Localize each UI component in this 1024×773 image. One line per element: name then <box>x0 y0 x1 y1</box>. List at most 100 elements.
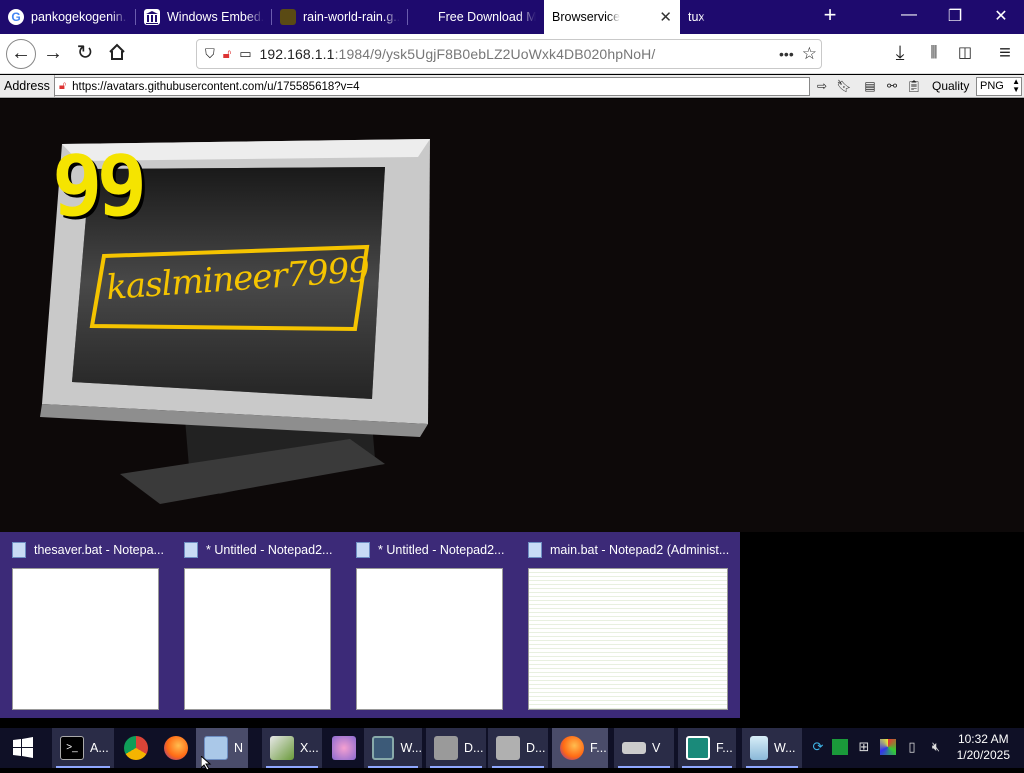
taskbar-thumbnail-popup: thesaver.bat - Notepa... * Untitled - No… <box>0 532 740 718</box>
taskbar-label: F... <box>590 741 607 755</box>
taskbar-label: N <box>234 741 244 755</box>
close-window-icon[interactable]: ✕ <box>987 6 1015 26</box>
taskbar-w2[interactable]: W... <box>742 728 802 768</box>
sync-icon[interactable]: ⟳ <box>810 739 826 755</box>
volume-muted-icon[interactable]: 🔇︎ <box>928 739 944 755</box>
tab-free-download[interactable]: Free Download M... <box>408 0 544 34</box>
library-icon[interactable]: ⫼ <box>922 42 946 66</box>
taskbar-v[interactable]: V <box>614 728 674 768</box>
tab-label: Windows Embed... <box>167 10 264 24</box>
clipboard-icon[interactable]: 📋︎ <box>905 78 923 95</box>
taskbar-label: A... <box>90 741 109 755</box>
bookmark-icon[interactable]: 🔖︎ <box>835 78 853 95</box>
insecure-lock-icon: 🔓︎ <box>59 80 67 92</box>
taskbar-label: D... <box>464 741 484 755</box>
shield-icon[interactable]: ⛉ <box>205 46 215 62</box>
clock[interactable]: 10:32 AM 1/20/2025 <box>957 731 1010 763</box>
taskbar-label: V <box>652 741 661 755</box>
tab-label: rain-world-rain.g... <box>303 10 400 24</box>
firefox-icon <box>560 736 584 760</box>
thumbnail-untitled-2[interactable]: * Untitled - Notepad2... <box>344 532 516 718</box>
taskbar-f2[interactable]: F... <box>678 728 736 768</box>
forward-arrow-icon[interactable]: → <box>41 42 65 66</box>
taskbar-firefox-window[interactable]: F... <box>552 728 608 768</box>
new-tab-plus-icon[interactable]: + <box>818 4 842 28</box>
bookmark-star-icon[interactable]: ☆ <box>802 44 817 64</box>
back-arrow-icon[interactable]: ← <box>6 39 36 69</box>
green-app-icon[interactable] <box>832 739 848 755</box>
start-windows-icon[interactable] <box>0 728 48 768</box>
notepad-file-icon <box>184 542 198 558</box>
avatar-image <box>40 139 430 504</box>
restore-icon[interactable]: ❐ <box>941 6 969 26</box>
taskbar-label: F... <box>716 741 733 755</box>
window-preview <box>528 568 728 710</box>
taskbar-label: D... <box>526 741 546 755</box>
save-page-icon[interactable]: ▤ <box>861 78 879 95</box>
google-icon: G <box>8 9 24 25</box>
network-icon[interactable]: ⊞ <box>856 739 872 755</box>
page-info-icon[interactable]: ▭ <box>239 46 251 62</box>
insecure-lock-icon[interactable]: 🔓︎ <box>223 46 231 62</box>
url-text: 192.168.1.1:1984/9/ysk5UgjF8B0ebLZ2UoWxk… <box>259 46 656 62</box>
score-badge: 99 <box>52 137 147 235</box>
taskbar-w1[interactable]: W... <box>364 728 422 768</box>
window-preview <box>356 568 503 710</box>
thumbnail-main-bat[interactable]: main.bat - Notepad2 (Administ... <box>516 532 740 718</box>
quality-select[interactable]: PNG ▲ ▼ <box>976 77 1022 96</box>
spinner-icon[interactable]: ▲ ▼ <box>1012 78 1020 94</box>
window-preview <box>184 568 331 710</box>
go-arrow-icon[interactable]: ⇨ <box>813 78 831 95</box>
more-actions-icon[interactable]: ••• <box>779 46 794 62</box>
taskbar-paint[interactable] <box>324 728 362 768</box>
tab-rain-world[interactable]: rain-world-rain.g... <box>272 0 408 34</box>
taskbar-label: W... <box>774 741 796 755</box>
download-icon[interactable]: ⤓ <box>888 42 912 66</box>
menu-icon[interactable]: ≡ <box>993 42 1017 66</box>
chart-app-icon <box>270 736 294 760</box>
battery-icon[interactable]: ▯ <box>904 739 920 755</box>
address-label: Address <box>0 74 55 98</box>
taskbar-terminal[interactable]: >_ A... <box>52 728 114 768</box>
library-icon <box>144 9 160 25</box>
thumbnail-title: main.bat - Notepad2 (Administ... <box>550 543 730 557</box>
tab-label: pankogekogenin... <box>31 10 128 24</box>
taskbar-xming[interactable]: X... <box>262 728 322 768</box>
close-tab-icon[interactable]: ✕ <box>659 8 672 26</box>
tab-tux[interactable]: tux <box>680 0 816 34</box>
color-app-icon[interactable] <box>880 739 896 755</box>
server-icon <box>496 736 520 760</box>
navigation-toolbar: ← → ↻ ⛉ 🔓︎ ▭ 192.168.1.1:1984/9/ysk5UgjF… <box>0 34 1024 74</box>
thumbnail-title: thesaver.bat - Notepa... <box>34 543 164 557</box>
tab-strip: G pankogekogenin... Windows Embed... rai… <box>0 0 1024 34</box>
tab-browservice[interactable]: Browservice ✕ <box>544 0 680 34</box>
rain-world-icon <box>280 9 296 25</box>
taskbar-d1[interactable]: D... <box>426 728 486 768</box>
tab-label: Browservice <box>552 10 621 24</box>
tab-pankogekogenin[interactable]: G pankogekogenin... <box>0 0 136 34</box>
clock-time: 10:32 AM <box>957 732 1009 746</box>
tab-windows-embedded[interactable]: Windows Embed... <box>136 0 272 34</box>
browservice-toolbar: Address 🔓︎ https://avatars.githubusercon… <box>0 74 1024 98</box>
server-icon <box>434 736 458 760</box>
thumbnail-title: * Untitled - Notepad2... <box>378 543 505 557</box>
recycle-bin-icon <box>750 736 768 760</box>
sidebar-icon[interactable]: ◫ <box>953 42 977 66</box>
home-icon[interactable] <box>105 42 129 66</box>
thumbnail-untitled-1[interactable]: * Untitled - Notepad2... <box>172 532 344 718</box>
address-field[interactable]: 🔓︎ https://avatars.githubusercontent.com… <box>54 77 810 96</box>
thumbnail-title: * Untitled - Notepad2... <box>206 543 333 557</box>
taskbar-chrome[interactable] <box>116 728 152 768</box>
address-url: https://avatars.githubusercontent.com/u/… <box>72 80 360 93</box>
palette-icon <box>332 736 356 760</box>
clock-date: 1/20/2025 <box>956 748 1010 762</box>
url-bar[interactable]: ⛉ 🔓︎ ▭ 192.168.1.1:1984/9/ysk5UgjF8B0ebL… <box>196 39 822 69</box>
thumbnail-thesaver[interactable]: thesaver.bat - Notepa... <box>0 532 170 718</box>
reload-icon[interactable]: ↻ <box>73 42 97 66</box>
drive-icon <box>622 742 646 754</box>
find-binoculars-icon[interactable]: ⚯ <box>883 78 901 95</box>
taskbar-firefox[interactable] <box>156 728 192 768</box>
minimize-icon[interactable]: — <box>895 6 923 24</box>
taskbar-d2[interactable]: D... <box>488 728 548 768</box>
taskbar-label: W... <box>400 741 422 755</box>
